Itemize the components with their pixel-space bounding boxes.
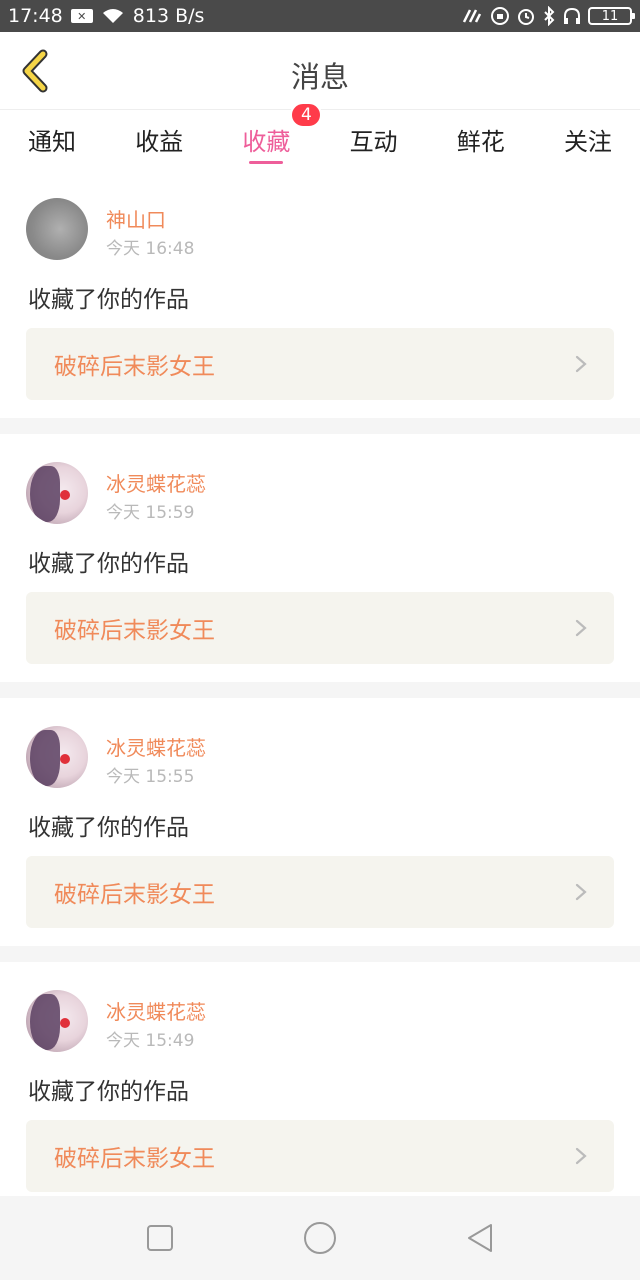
status-bar: 17:48 ✕ 813 B/s 11 [0, 0, 640, 32]
tab-earnings[interactable]: 收益 [133, 110, 185, 170]
username[interactable]: 冰灵蝶花蕊 [106, 732, 206, 761]
action-text: 收藏了你的作品 [28, 815, 189, 841]
avatar[interactable] [26, 726, 88, 788]
network-speed: 813 B/s [132, 5, 205, 27]
recent-apps-button[interactable] [140, 1218, 180, 1258]
work-link[interactable]: 破碎后末影女王 [26, 592, 614, 664]
work-link[interactable]: 破碎后末影女王 [26, 856, 614, 928]
back-triangle-icon [468, 1224, 492, 1252]
battery-level: 11 [601, 8, 619, 24]
timestamp: 今天 15:59 [106, 503, 195, 523]
page-title: 消息 [290, 60, 349, 94]
divider [0, 418, 640, 434]
unread-badge: 4 [290, 102, 323, 128]
work-title: 破碎后末影女王 [54, 1146, 215, 1172]
username[interactable]: 冰灵蝶花蕊 [106, 996, 206, 1025]
action-text: 收藏了你的作品 [28, 551, 189, 577]
divider [0, 682, 640, 698]
nfc-icon [460, 6, 484, 26]
tab-interaction[interactable]: 互动 [348, 110, 400, 170]
timestamp: 今天 15:49 [106, 1031, 195, 1051]
tab-label: 关注 [563, 128, 612, 156]
chevron-right-icon [575, 355, 587, 373]
avatar[interactable] [26, 198, 88, 260]
tab-favorites[interactable]: 收藏 4 [240, 102, 323, 170]
work-title: 破碎后末影女王 [54, 618, 215, 644]
notification-card: 神山口 今天 16:48 收藏了你的作品 破碎后末影女王 [0, 170, 640, 418]
notification-card: 冰灵蝶花蕊 今天 15:55 收藏了你的作品 破碎后末影女王 [0, 698, 640, 946]
home-button[interactable] [300, 1218, 340, 1258]
tab-flowers[interactable]: 鲜花 [455, 110, 507, 170]
wifi-icon [101, 7, 125, 25]
tab-label: 互动 [349, 128, 398, 156]
notification-card: 冰灵蝶花蕊 今天 15:59 收藏了你的作品 破碎后末影女王 [0, 434, 640, 682]
recent-apps-icon [147, 1225, 173, 1251]
tab-label: 收藏 [242, 128, 291, 156]
bluetooth-icon [542, 6, 556, 26]
work-title: 破碎后末影女王 [54, 882, 215, 908]
system-back-button[interactable] [460, 1218, 500, 1258]
alarm-icon [516, 6, 536, 26]
work-title: 破碎后末影女王 [54, 354, 215, 380]
active-tab-indicator [249, 161, 284, 164]
avatar[interactable] [26, 990, 88, 1052]
action-text: 收藏了你的作品 [28, 1079, 189, 1105]
work-link[interactable]: 破碎后末影女王 [26, 1120, 614, 1192]
header: 消息 [0, 32, 640, 110]
chevron-right-icon [575, 883, 587, 901]
tab-label: 鲜花 [456, 128, 505, 156]
headphones-icon [562, 6, 582, 26]
notification-x-icon: ✕ [70, 9, 93, 23]
username[interactable]: 神山口 [106, 204, 166, 233]
tab-label: 收益 [135, 128, 184, 156]
battery-icon: 11 [588, 7, 635, 25]
chevron-right-icon [575, 619, 587, 637]
chevron-right-icon [575, 1147, 587, 1165]
rotation-lock-icon [490, 6, 510, 26]
avatar[interactable] [26, 462, 88, 524]
status-time: 17:48 [8, 5, 63, 27]
timestamp: 今天 15:55 [106, 767, 195, 787]
tab-label: 通知 [28, 128, 76, 156]
username[interactable]: 冰灵蝶花蕊 [106, 468, 206, 497]
work-link[interactable]: 破碎后末影女王 [26, 328, 614, 400]
timestamp: 今天 16:48 [106, 239, 195, 259]
notification-list: 神山口 今天 16:48 收藏了你的作品 破碎后末影女王 冰灵蝶花蕊 今天 15… [0, 170, 640, 1210]
action-text: 收藏了你的作品 [28, 287, 189, 313]
system-nav-bar [0, 1196, 640, 1280]
divider [0, 946, 640, 962]
tab-follow[interactable]: 关注 [562, 110, 614, 170]
tab-bar: 通知 收益 收藏 4 互动 鲜花 关注 [0, 102, 640, 170]
notification-card: 冰灵蝶花蕊 今天 15:49 收藏了你的作品 破碎后末影女王 [0, 962, 640, 1210]
tab-notice[interactable]: 通知 [26, 110, 78, 170]
home-icon [304, 1222, 336, 1254]
